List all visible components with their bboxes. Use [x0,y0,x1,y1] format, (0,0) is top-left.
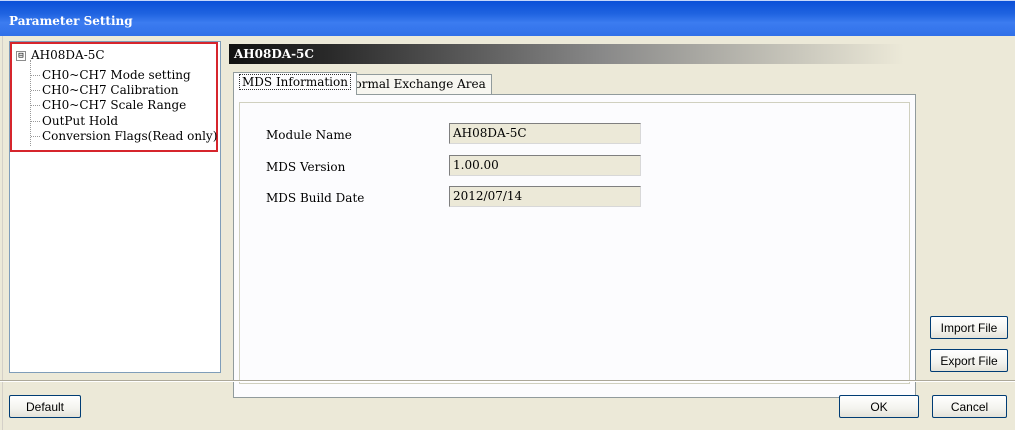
tree-item-scale-range[interactable]: CH0~CH7 Scale Range [42,98,186,112]
window-edge [2,36,3,430]
default-button[interactable]: Default [9,395,81,418]
tree-root-node[interactable]: AH08DA-5C [31,48,105,62]
tree-item-conversion-flags[interactable]: Conversion Flags(Read only) [42,129,217,143]
tree-item-mode-setting[interactable]: CH0~CH7 Mode setting [42,68,191,82]
cancel-button[interactable]: Cancel [932,395,1007,418]
tree-connector [31,105,40,106]
tree-connector [31,121,40,122]
collapse-icon[interactable]: ⊟ [16,51,26,61]
window-title: Parameter Setting [9,14,133,28]
module-tree[interactable]: ⊟ AH08DA-5C CH0~CH7 Mode setting CH0~CH7… [9,41,221,373]
mds-build-date-field: 2012/07/14 [449,186,641,207]
tree-connector [31,75,40,76]
separator [0,380,1015,382]
tree-connector [31,136,40,137]
mds-build-date-label: MDS Build Date [266,191,365,205]
tree-connector [30,60,31,146]
import-file-button[interactable]: Import File [930,316,1008,339]
tree-item-calibration[interactable]: CH0~CH7 Calibration [42,83,179,97]
mds-version-field: 1.00.00 [449,155,641,176]
panel-header: AH08DA-5C [229,44,904,64]
tab-panel: Module Name AH08DA-5C MDS Version 1.00.0… [233,94,916,398]
tab-label: Normal Exchange Area [344,77,486,91]
module-name-field: AH08DA-5C [449,123,641,144]
tree-item-output-hold[interactable]: OutPut Hold [42,114,118,128]
tree-connector [31,90,40,91]
export-file-button[interactable]: Export File [930,349,1008,372]
tab-mds-information[interactable]: MDS Information [233,72,357,95]
tab-normal-exchange-area[interactable]: Normal Exchange Area [338,74,492,94]
ok-button[interactable]: OK [839,395,919,418]
info-group: Module Name AH08DA-5C MDS Version 1.00.0… [239,102,910,384]
title-bar[interactable]: Parameter Setting [0,0,1015,37]
mds-version-label: MDS Version [266,160,346,174]
dialog-body: ⊟ AH08DA-5C CH0~CH7 Mode setting CH0~CH7… [0,36,1015,430]
panel-header-title: AH08DA-5C [234,47,314,61]
module-name-label: Module Name [266,128,352,142]
tab-label: MDS Information [239,74,351,90]
